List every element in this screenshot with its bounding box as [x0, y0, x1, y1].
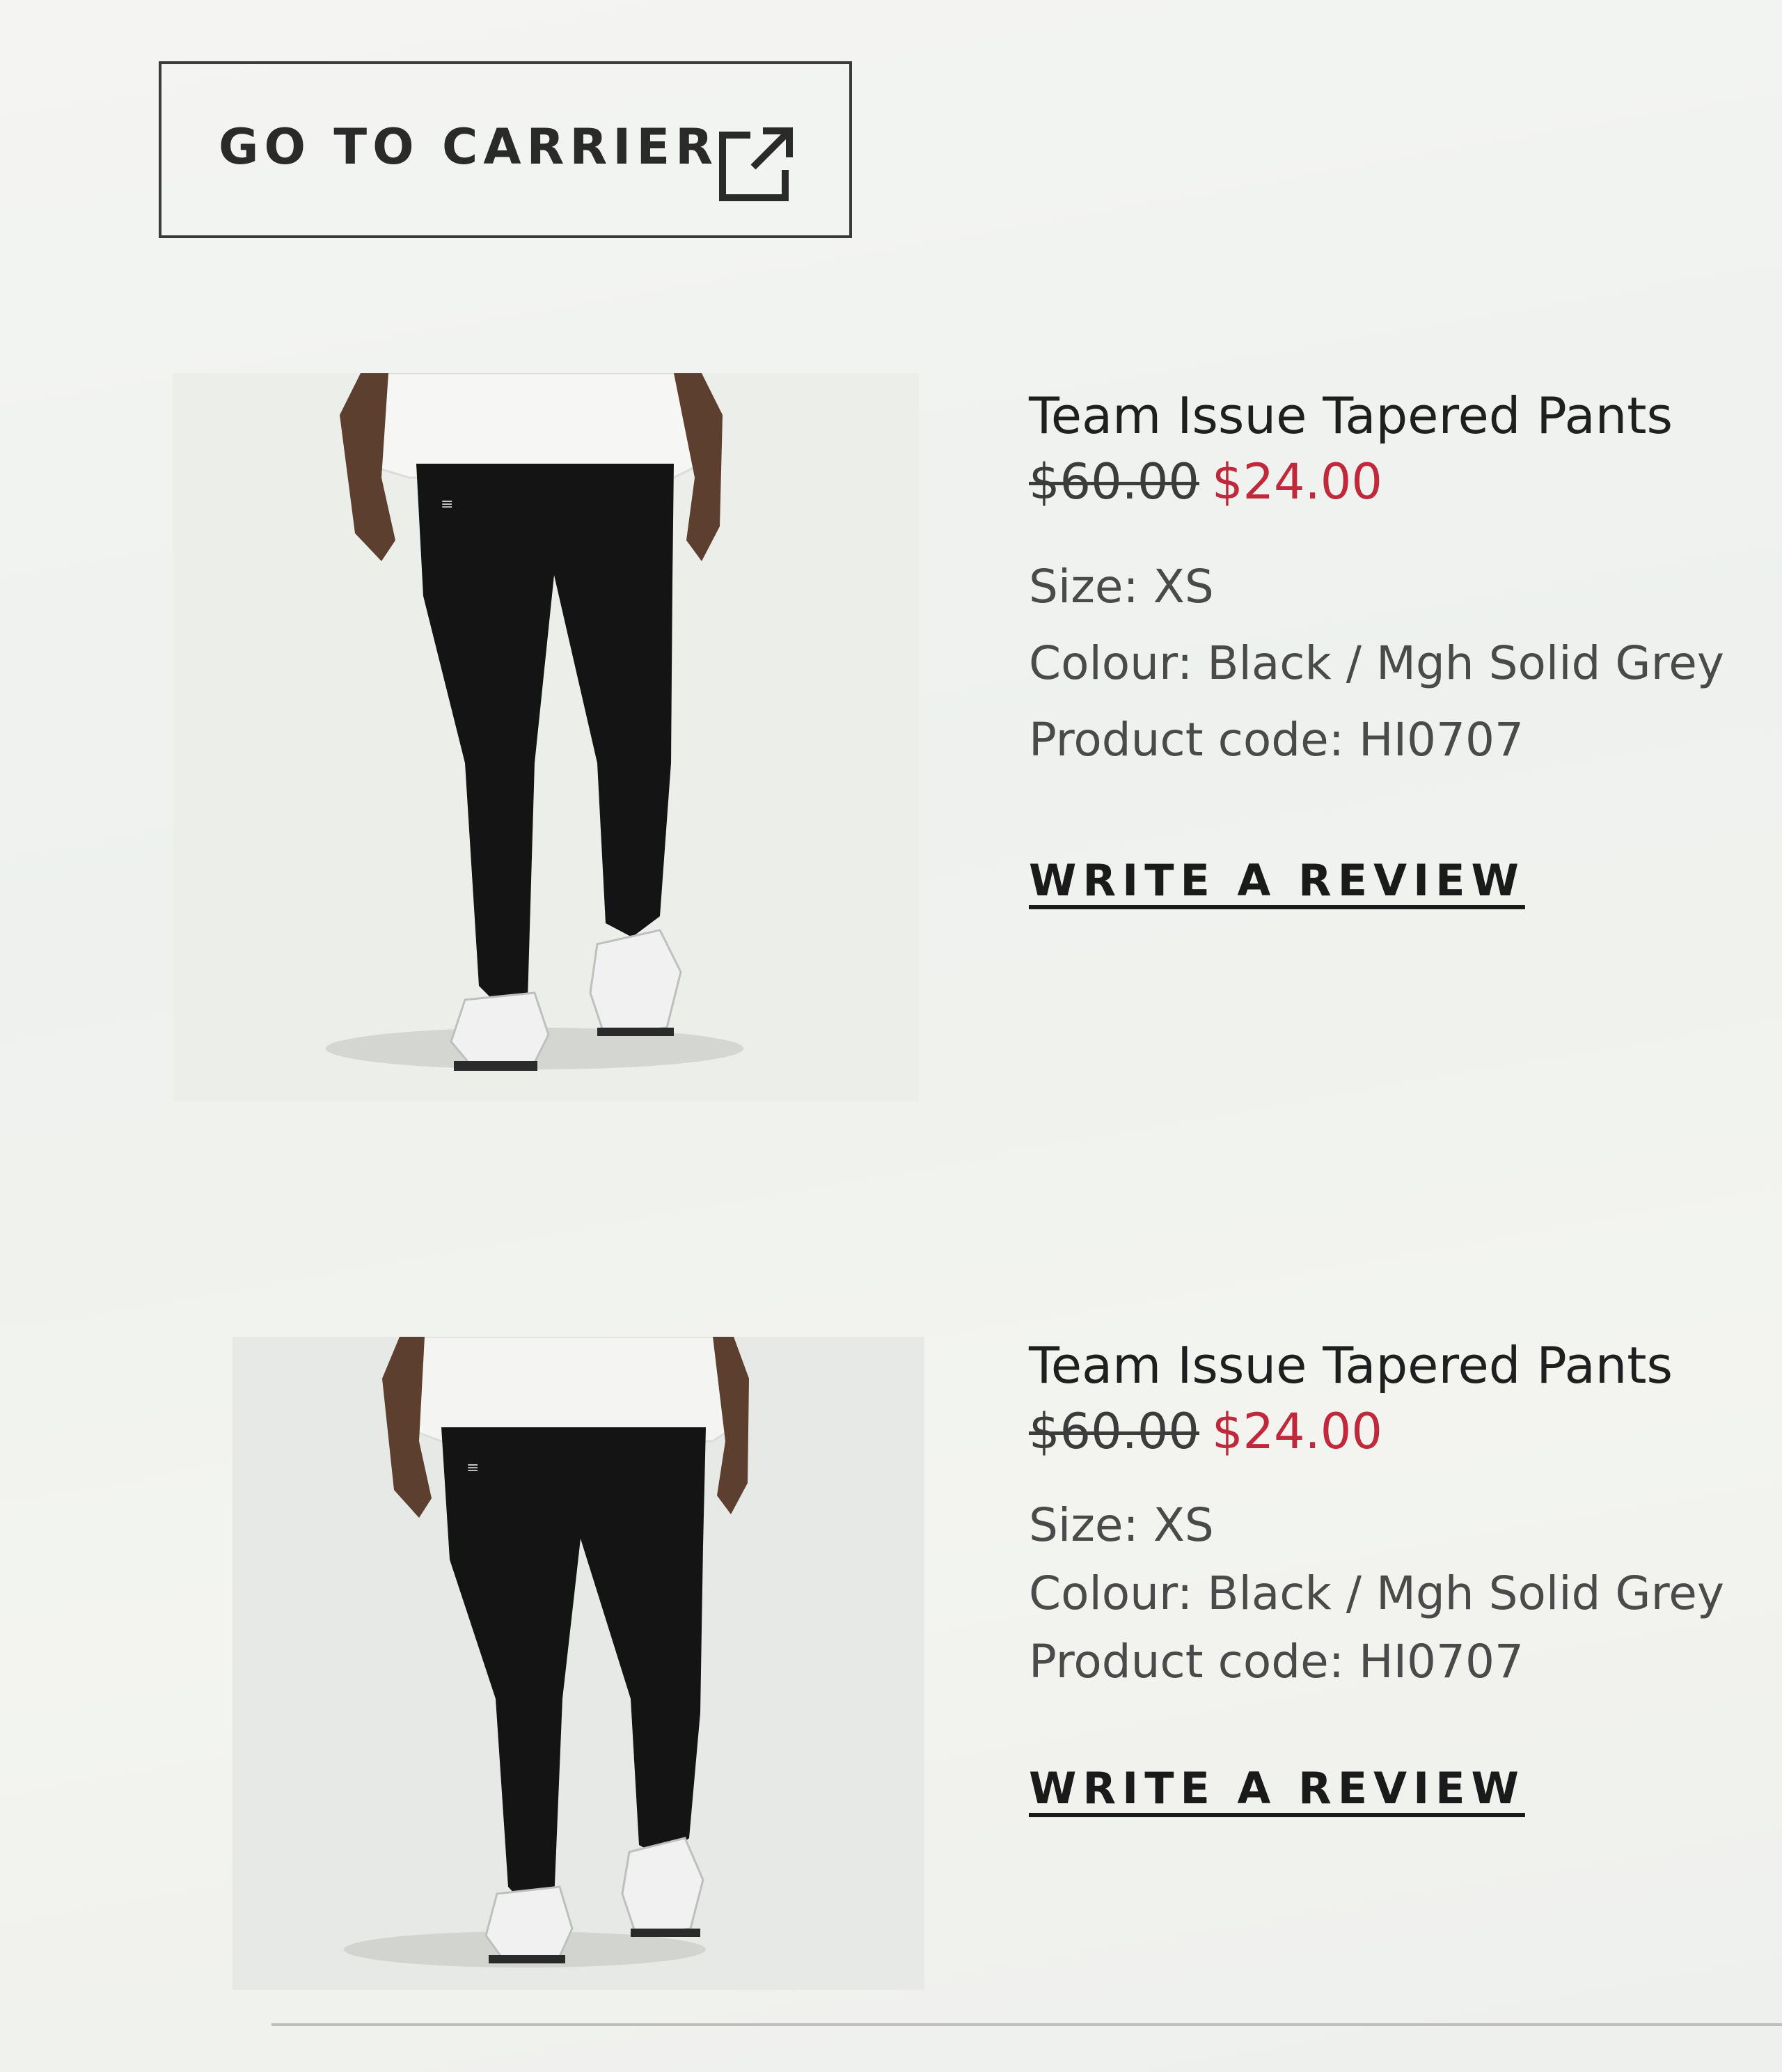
product-colour: Colour: Black / Mgh Solid Grey [1029, 636, 1724, 691]
write-review-link[interactable]: WRITE A REVIEW [1029, 855, 1525, 906]
sale-price: $24.00 [1211, 453, 1382, 511]
product-details: Team Issue Tapered Pants $60.00 $24.00 Si… [1029, 1335, 1724, 1814]
product-code: Product code: HI0707 [1029, 713, 1524, 767]
order-item: ≡ Team Issue Tapered Pants $60.00 $24.00 … [0, 1335, 1782, 1990]
product-name[interactable]: Team Issue Tapered Pants [1029, 386, 1724, 446]
product-size: Size: XS [1029, 1498, 1214, 1553]
pants-model-image: ≡ [232, 1337, 924, 1990]
product-colour: Colour: Black / Mgh Solid Grey [1029, 1567, 1724, 1621]
product-attributes: Size: XS Colour: Black / Mgh Solid Grey … [1029, 549, 1724, 778]
product-attributes: Size: XS Colour: Black / Mgh Solid Grey … [1029, 1491, 1724, 1696]
divider [271, 2023, 1782, 2026]
price-row: $60.00 $24.00 [1029, 1402, 1724, 1461]
order-page: GO TO CARRIER ≡ Team Issue Tapered Pants… [0, 0, 1782, 2072]
svg-text:≡: ≡ [441, 496, 453, 513]
write-review-link[interactable]: WRITE A REVIEW [1029, 1763, 1525, 1814]
original-price: $60.00 [1029, 1403, 1199, 1461]
product-name[interactable]: Team Issue Tapered Pants [1029, 1335, 1724, 1395]
sale-price: $24.00 [1211, 1403, 1382, 1461]
go-to-carrier-button[interactable]: GO TO CARRIER [159, 61, 852, 238]
external-link-icon [719, 127, 793, 201]
product-size: Size: XS [1029, 560, 1214, 614]
original-price: $60.00 [1029, 453, 1199, 511]
product-code: Product code: HI0707 [1029, 1635, 1524, 1689]
go-to-carrier-label: GO TO CARRIER [219, 118, 719, 175]
price-row: $60.00 $24.00 [1029, 453, 1724, 511]
svg-text:≡: ≡ [466, 1459, 479, 1477]
pants-model-image: ≡ [173, 373, 919, 1101]
order-item: ≡ Team Issue Tapered Pants $60.00 $24.00 … [0, 373, 1782, 1111]
product-image[interactable]: ≡ [232, 1337, 924, 1990]
product-details: Team Issue Tapered Pants $60.00 $24.00 Si… [1029, 386, 1724, 906]
product-image[interactable]: ≡ [173, 373, 919, 1101]
